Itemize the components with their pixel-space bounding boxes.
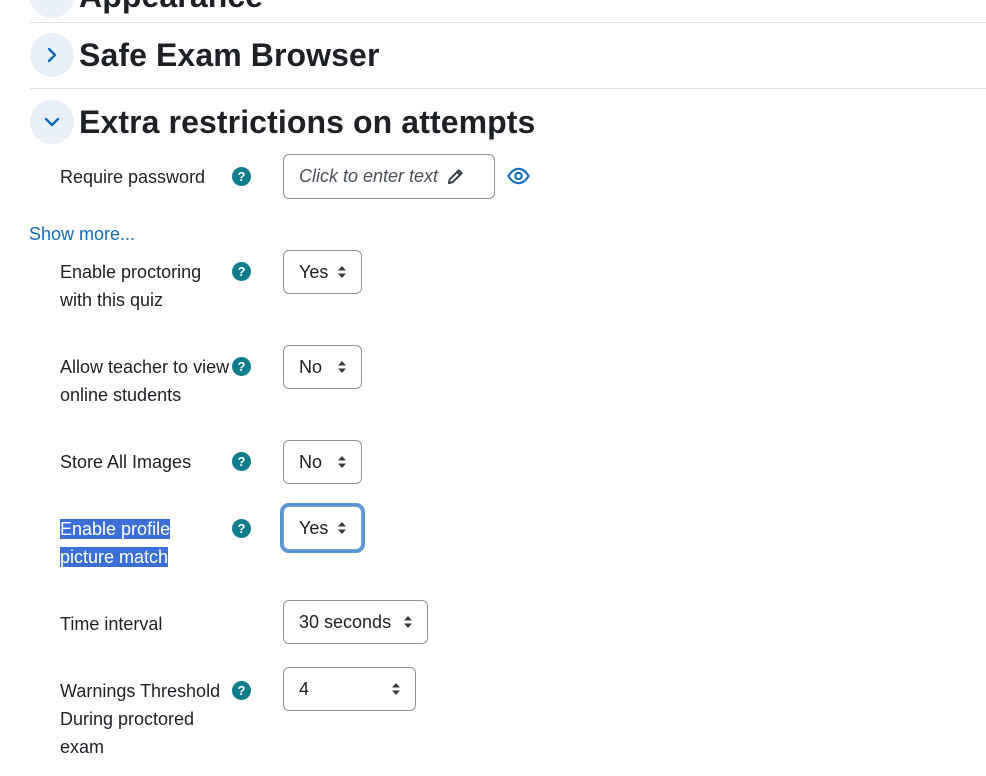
enable-proctoring-label: Enable proctoring with this quiz (60, 262, 202, 310)
help-icon[interactable]: ? (232, 681, 251, 700)
time-interval-label: Time interval (60, 614, 163, 634)
section-title-extra-restrictions: Extra restrictions on attempts (79, 103, 536, 140)
help-icon[interactable]: ? (232, 519, 251, 538)
section-header-extra-restrictions[interactable]: Extra restrictions on attempts (30, 100, 535, 144)
store-images-select[interactable]: No (283, 440, 362, 484)
section-divider (30, 88, 986, 89)
store-images-value: No (299, 451, 323, 472)
time-interval-select[interactable]: 30 seconds (283, 600, 428, 644)
help-icon[interactable]: ? (232, 452, 251, 471)
sort-caret-icon (337, 265, 347, 279)
warnings-threshold-select[interactable]: 4 (283, 667, 416, 711)
warnings-threshold-value: 4 (299, 678, 310, 699)
profile-match-label: Enable profile picture match (60, 515, 180, 571)
help-icon[interactable]: ? (232, 167, 251, 186)
help-icon[interactable]: ? (232, 357, 251, 376)
profile-match-select[interactable]: Yes (283, 506, 362, 550)
profile-match-value: Yes (299, 517, 329, 538)
chevron-right-icon[interactable] (30, 0, 74, 18)
enable-proctoring-select[interactable]: Yes (283, 250, 362, 294)
section-title-appearance: Appearance (79, 0, 263, 15)
require-password-input[interactable]: Click to enter text (283, 154, 495, 199)
teacher-view-value: No (299, 356, 323, 377)
teacher-view-select[interactable]: No (283, 345, 362, 389)
help-icon[interactable]: ? (232, 262, 251, 281)
require-password-label: Require password (60, 167, 206, 187)
teacher-view-label: Allow teacher to view online students (60, 357, 230, 405)
sort-caret-icon (337, 455, 347, 469)
section-header-appearance[interactable]: Appearance (30, 0, 263, 18)
reveal-password-eye-icon[interactable] (507, 165, 530, 192)
profile-match-label-text: Enable profile picture match (60, 519, 171, 567)
sort-caret-icon (337, 521, 347, 535)
store-images-label: Store All Images (60, 452, 192, 472)
section-title-safe-exam-browser: Safe Exam Browser (79, 36, 380, 73)
chevron-right-icon[interactable] (30, 33, 74, 77)
password-placeholder: Click to enter text (299, 166, 439, 186)
section-header-safe-exam-browser[interactable]: Safe Exam Browser (30, 33, 380, 77)
sort-caret-icon (337, 360, 347, 374)
sort-caret-icon (391, 682, 401, 696)
sort-caret-icon (403, 615, 413, 629)
enable-proctoring-value: Yes (299, 261, 329, 282)
chevron-down-icon[interactable] (30, 100, 74, 144)
section-divider (30, 22, 986, 23)
time-interval-value: 30 seconds (299, 611, 392, 632)
pencil-icon[interactable] (446, 167, 465, 186)
warnings-threshold-label: Warnings Threshold During proctored exam (60, 681, 221, 757)
show-more-link[interactable]: Show more... (29, 224, 135, 245)
